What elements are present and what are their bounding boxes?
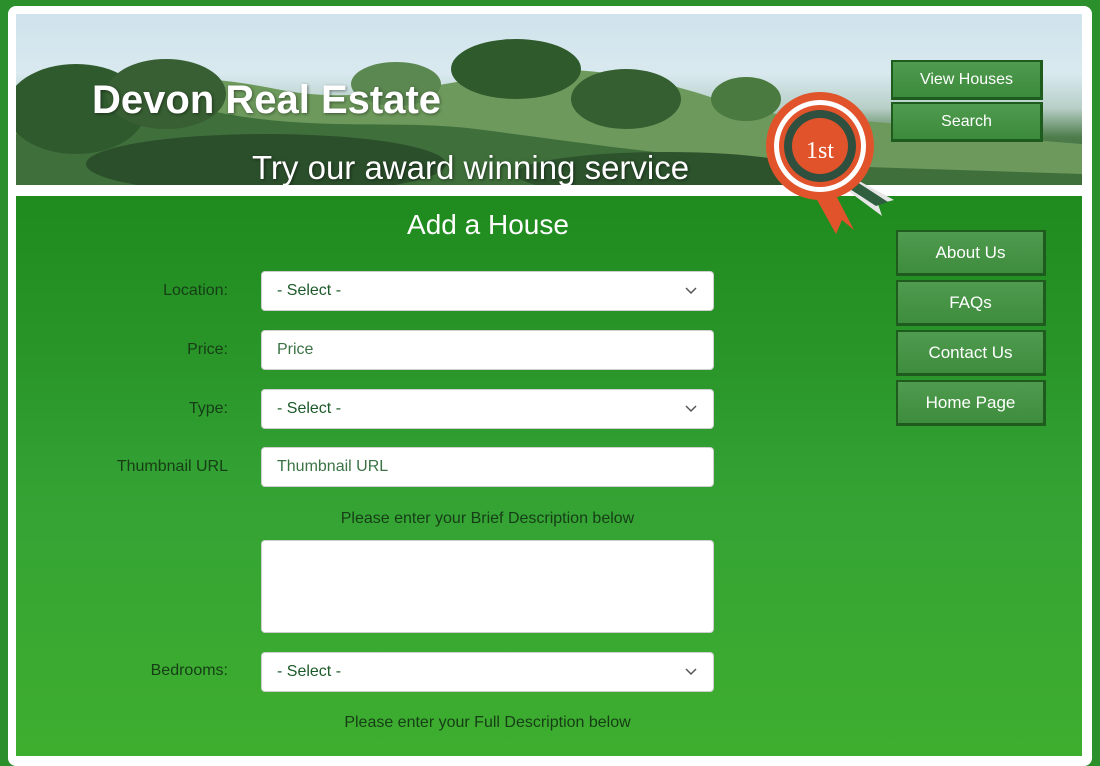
thumbnail-url-label: Thumbnail URL (116, 458, 228, 475)
view-houses-button[interactable]: View Houses (891, 60, 1043, 100)
sidebar-item-contact-us[interactable]: Contact Us (896, 330, 1046, 376)
full-description-hint: Please enter your Full Description below (344, 714, 631, 731)
side-nav: About Us FAQs Contact Us Home Page (896, 230, 1046, 430)
bedrooms-label: Bedrooms: (150, 662, 228, 679)
location-label: Location: (163, 282, 228, 299)
search-button[interactable]: Search (891, 102, 1043, 142)
type-select-value: - Select - (277, 400, 342, 417)
top-nav: View Houses Search (891, 60, 1043, 144)
type-select[interactable]: - Select - (261, 389, 714, 429)
sidebar-item-home-page[interactable]: Home Page (896, 380, 1046, 426)
bedrooms-select-value: - Select - (277, 663, 342, 680)
rosette-label: 1st (806, 138, 834, 164)
chevron-down-icon (685, 668, 697, 676)
price-field-wrapper (261, 330, 714, 370)
site-tagline: Try our award winning service (252, 149, 690, 185)
price-input[interactable] (277, 332, 697, 368)
bedrooms-select[interactable]: - Select - (261, 652, 714, 692)
chevron-down-icon (685, 405, 697, 413)
location-select[interactable]: - Select - (261, 271, 714, 311)
price-label: Price: (187, 341, 228, 358)
location-select-value: - Select - (277, 282, 342, 299)
chevron-down-icon (685, 287, 697, 295)
sidebar-item-faqs[interactable]: FAQs (896, 280, 1046, 326)
brief-description-textarea[interactable] (261, 540, 714, 633)
sidebar-item-about-us[interactable]: About Us (896, 230, 1046, 276)
thumbnail-field-wrapper (261, 447, 714, 487)
type-label: Type: (188, 400, 228, 417)
page-title: Add a House (407, 209, 569, 240)
brief-description-hint: Please enter your Brief Description belo… (340, 510, 635, 527)
site-title: Devon Real Estate (92, 78, 442, 122)
thumbnail-url-input[interactable] (277, 449, 697, 485)
